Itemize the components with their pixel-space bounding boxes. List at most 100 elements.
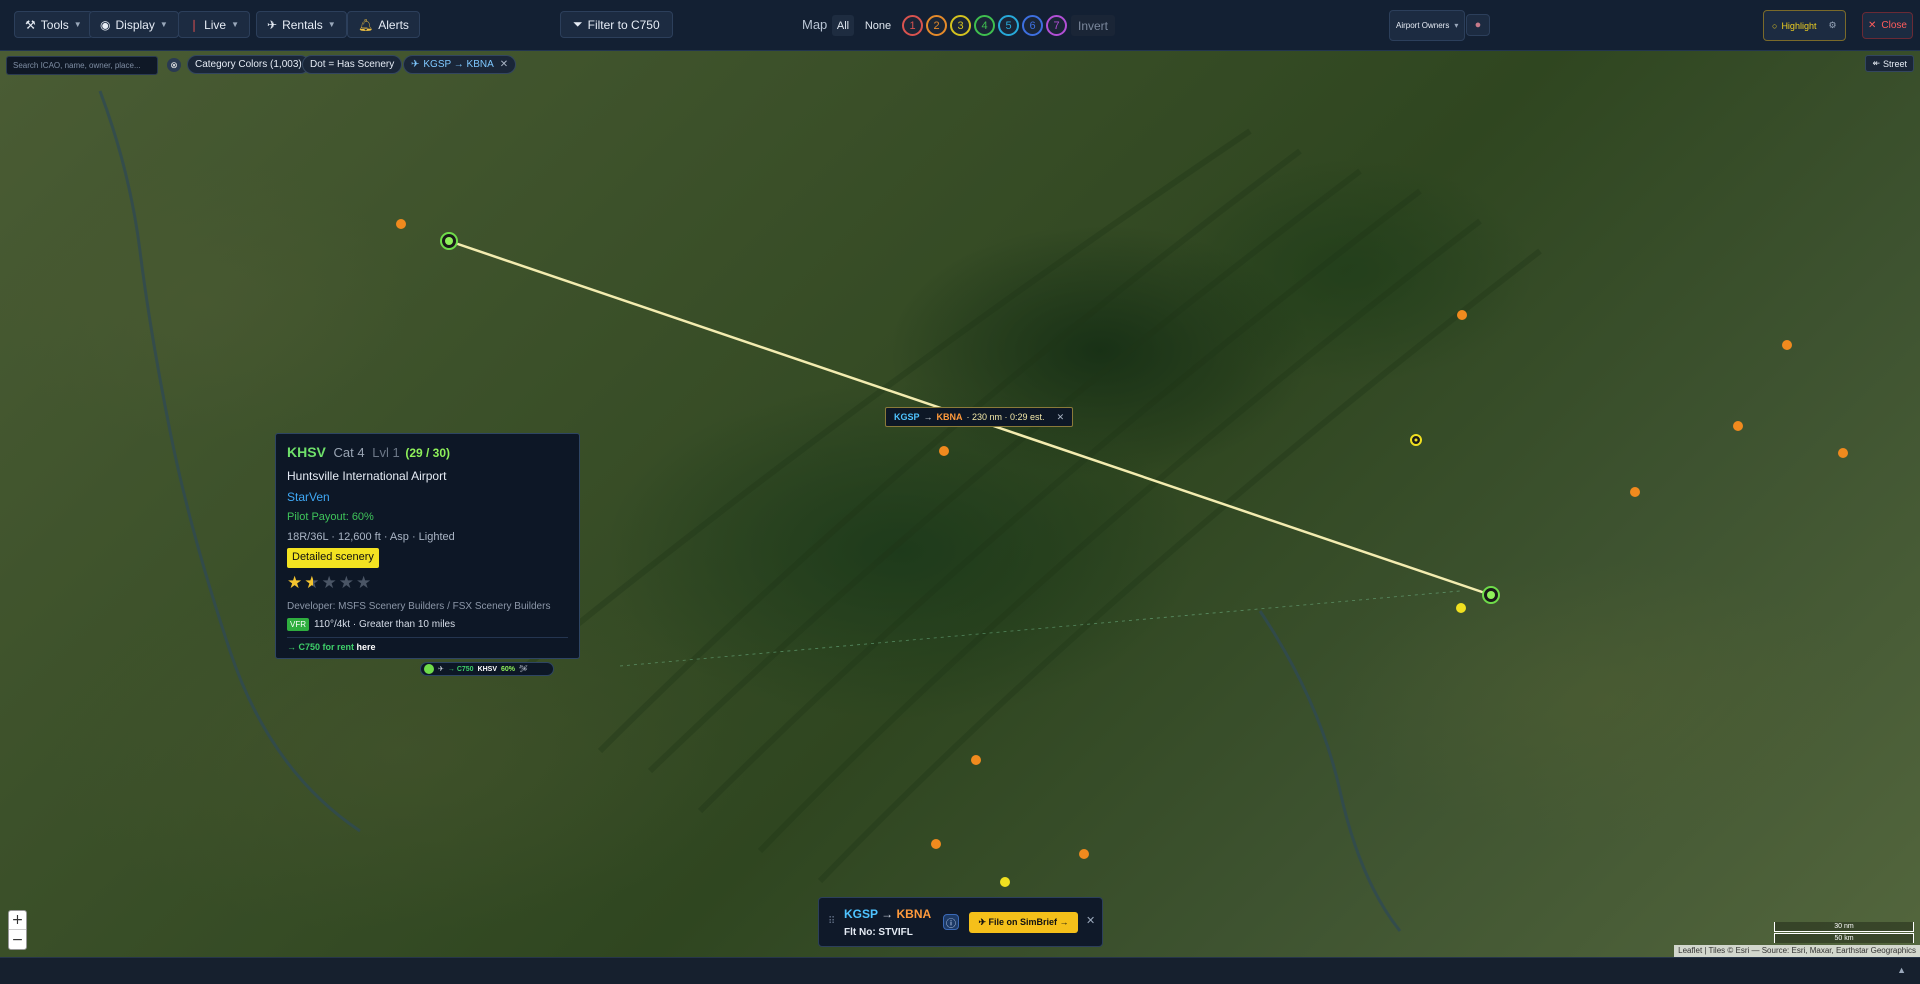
- rating-stars: ★★★★★: [287, 573, 373, 593]
- live-menu-button[interactable]: ❘ Live ▼: [178, 11, 250, 38]
- star-full-icon: ★: [287, 573, 305, 593]
- clear-search-icon[interactable]: ⊗: [167, 58, 181, 72]
- no-categories-button[interactable]: None: [861, 15, 895, 36]
- category-1-toggle[interactable]: 1: [902, 15, 923, 36]
- zoom-in-button[interactable]: +: [9, 911, 26, 930]
- flight-arrow: →: [881, 907, 894, 921]
- airport-dot[interactable]: [931, 839, 941, 849]
- airport-dot[interactable]: [1733, 421, 1743, 431]
- street-layer-button[interactable]: ↞ Street: [1865, 55, 1914, 72]
- category-3-toggle[interactable]: 3: [950, 15, 971, 36]
- close-icon[interactable]: ✕: [500, 59, 508, 70]
- route-distance-label: KGSP → KBNA · 230 nm · 0:29 est. ✕: [885, 407, 1074, 427]
- scenery-dot-label: Dot = Has Scenery: [310, 59, 395, 70]
- airport-dot[interactable]: [1079, 849, 1089, 859]
- category-colors-chip[interactable]: Category Colors (1,003): [187, 55, 310, 74]
- invert-label: Invert: [1077, 18, 1108, 33]
- chevron-down-icon: ▼: [231, 20, 239, 29]
- flight-plan-card: ⠿ KGSP → KBNA Flt No: STVIFL ⓘ ✈ File on…: [818, 897, 1103, 947]
- chevron-up-icon[interactable]: ▲: [1897, 965, 1906, 975]
- filter-button[interactable]: ⏷ Filter to C750: [560, 11, 673, 38]
- flight-route: KGSP → KBNA: [844, 907, 931, 921]
- gear-icon[interactable]: ⚙: [1828, 20, 1836, 31]
- palette-icon: ●: [1474, 19, 1482, 31]
- route-chip[interactable]: ✈ KGSP → KBNA ✕: [403, 55, 517, 74]
- none-label: None: [864, 19, 892, 32]
- rent-text: → C750 for rent: [287, 642, 355, 652]
- highlight-label: Highlight: [1781, 20, 1817, 31]
- scenery-badge: Detailed scenery: [287, 548, 379, 568]
- highlight-button[interactable]: ○ Highlight ⚙: [1763, 10, 1846, 41]
- category-2-toggle[interactable]: 2: [926, 15, 947, 36]
- bottom-bar: ▲: [0, 957, 1920, 984]
- scenery-dot-chip[interactable]: Dot = Has Scenery: [302, 55, 403, 74]
- info-icon[interactable]: ⓘ: [943, 914, 959, 930]
- airport-owners-select[interactable]: Airport Owners ▾: [1389, 10, 1466, 41]
- chevron-down-icon: ▼: [327, 20, 336, 29]
- zoom-out-button[interactable]: −: [9, 930, 26, 949]
- category-4-toggle[interactable]: 4: [974, 15, 995, 36]
- popup-payout: Pilot Payout: 60%: [287, 511, 374, 523]
- invert-button[interactable]: Invert: [1071, 15, 1115, 36]
- close-label: Close: [1881, 20, 1907, 31]
- chevron-down-icon: ▼: [159, 20, 168, 29]
- popup-slots: (29 / 30): [405, 446, 451, 460]
- popup-icao: KHSV: [287, 444, 326, 460]
- airport-dot[interactable]: [1630, 487, 1640, 497]
- airport-dot-highlight-center: [1414, 438, 1418, 442]
- plane-icon: ✈: [411, 59, 420, 70]
- flight-to: KBNA: [896, 907, 932, 921]
- route-arrow: →: [923, 412, 933, 422]
- highlight-ring-icon: ○: [1772, 20, 1778, 31]
- popup-developer: Developer: MSFS Scenery Builders / FSX S…: [287, 601, 551, 612]
- tools-menu-button[interactable]: ⚒ Tools ▼: [14, 11, 93, 38]
- palette-button[interactable]: ●: [1466, 14, 1490, 36]
- route-info: · 230 nm · 0:29 est.: [966, 412, 1045, 422]
- terrain-texture: [518, 128, 1542, 884]
- simbrief-button[interactable]: ✈ File on SimBrief →: [969, 912, 1078, 933]
- airport-dot[interactable]: [971, 755, 981, 765]
- funnel-icon: ⏷: [573, 17, 583, 31]
- plane-icon: ✈: [438, 666, 444, 673]
- airport-dot[interactable]: [1838, 448, 1848, 458]
- all-label: All: [836, 19, 850, 32]
- airport-dot-yellow[interactable]: [1456, 603, 1466, 613]
- popup-rent-row: → C750 for rent here: [287, 642, 376, 652]
- eye-icon: ◉: [100, 17, 111, 32]
- close-icon[interactable]: ✕: [1086, 914, 1095, 927]
- top-toolbar: ⚒ Tools ▼ ◉ Display ▼ ❘ Live ▼ ✈ Rentals ▼ 🔔︎ Ale…: [0, 0, 1920, 51]
- airport-dot-yellow[interactable]: [1000, 877, 1010, 887]
- popup-divider: [287, 637, 568, 638]
- rent-here-link[interactable]: here: [357, 642, 376, 652]
- category-7-toggle[interactable]: 7: [1046, 15, 1067, 36]
- category-6-toggle[interactable]: 6: [1022, 15, 1043, 36]
- route-chip-label: KGSP → KBNA: [423, 59, 494, 70]
- airport-dot[interactable]: [1457, 310, 1467, 320]
- close-icon[interactable]: ✕: [1057, 412, 1065, 423]
- star-empty-icon: ★: [338, 573, 356, 593]
- alerts-button[interactable]: 🔔︎ Alerts: [347, 11, 420, 38]
- display-menu-button[interactable]: ◉ Display ▼: [89, 11, 179, 38]
- popup-airport-name: Huntsville International Airport: [287, 469, 447, 483]
- close-button[interactable]: ✕ Close: [1862, 12, 1913, 39]
- popup-weather: VFR 110°/4kt · Greater than 10 miles: [287, 618, 455, 631]
- alerts-label: Alerts: [378, 17, 409, 32]
- all-categories-button[interactable]: All: [832, 15, 854, 36]
- star-empty-icon: ★: [321, 573, 339, 593]
- pin-icon: ❘: [189, 17, 200, 32]
- airport-dot[interactable]: [1782, 340, 1792, 350]
- airport-dot[interactable]: [939, 446, 949, 456]
- search-input[interactable]: Search ICAO, name, owner, place...: [6, 56, 158, 75]
- airport-dot[interactable]: [396, 219, 406, 229]
- rentals-menu-button[interactable]: ✈ Rentals ▼: [256, 11, 347, 38]
- tools-icon: ⚒: [25, 17, 36, 32]
- vfr-badge: VFR: [287, 618, 309, 631]
- popup-header: KHSV Cat 4 Lvl 1 (29 / 30): [287, 444, 450, 460]
- drag-handle-icon[interactable]: ⠿: [828, 916, 835, 927]
- aircraft-icon: 🛩︎: [519, 666, 528, 673]
- rental-plane-tag[interactable]: ✈ → C750 KHSV 60% 🛩︎: [420, 662, 554, 676]
- category-5-toggle[interactable]: 5: [998, 15, 1019, 36]
- airport-popup: KHSV Cat 4 Lvl 1 (29 / 30) Huntsville In…: [275, 433, 580, 659]
- popup-category: Cat 4: [333, 445, 365, 460]
- popup-owner-link[interactable]: StarVen: [287, 490, 330, 504]
